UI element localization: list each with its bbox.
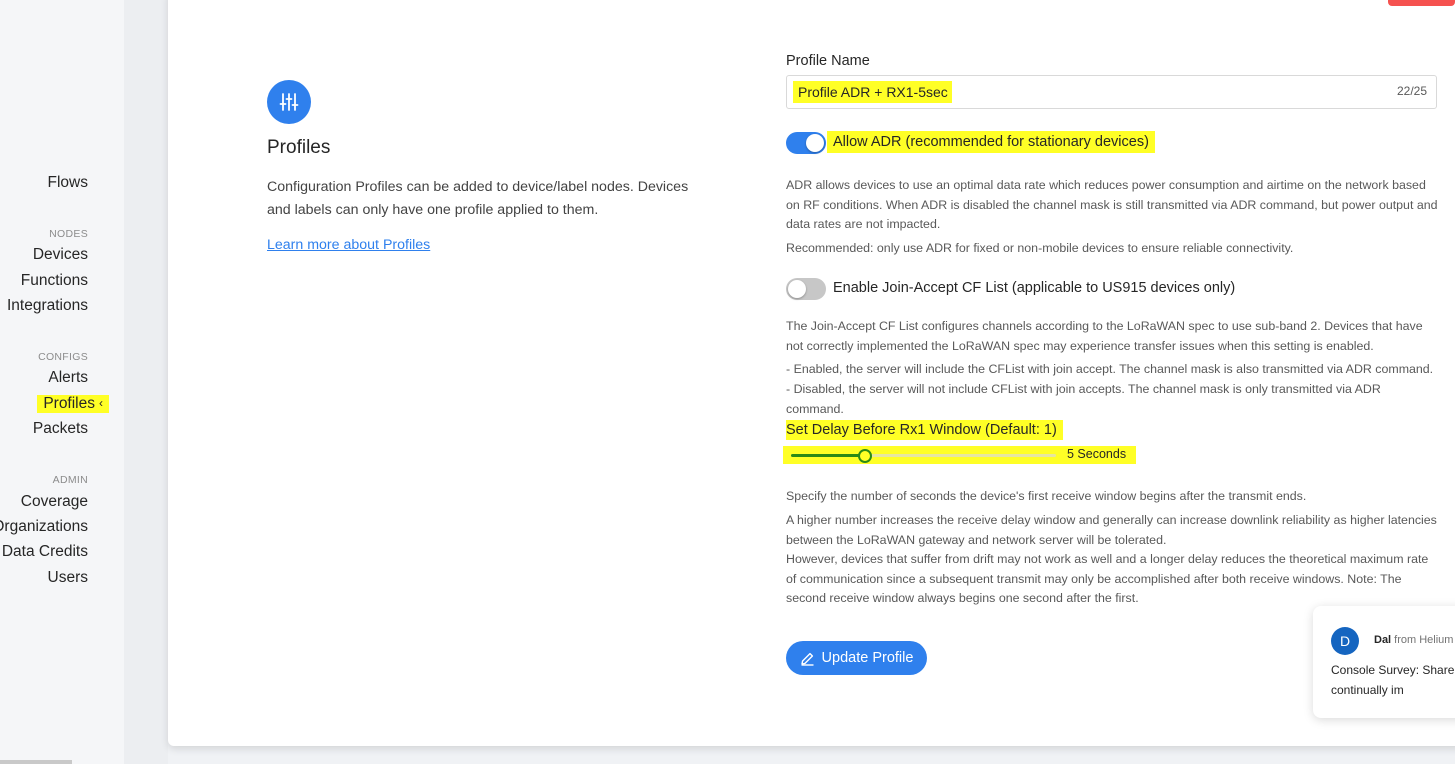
sidebar-item-flows[interactable]: Flows (48, 174, 88, 192)
adr-help-text: ADR allows devices to use an optimal dat… (786, 178, 1438, 231)
adr-toggle[interactable] (786, 132, 826, 154)
cf-list-enabled-text: - Enabled, the server will include the C… (786, 362, 1434, 376)
sidebar-item-profiles-label: Profiles (43, 395, 95, 412)
sidebar-item-data-credits[interactable]: Data Credits (2, 543, 88, 561)
delete-button-edge[interactable] (1388, 0, 1455, 6)
chat-sender-name: Dal (1374, 634, 1392, 646)
rx1-help-text-3: However, devices that suffer from drift … (786, 552, 1429, 605)
sidebar-section-nodes: NODES (49, 228, 88, 240)
learn-more-link[interactable]: Learn more about Profiles (267, 237, 430, 253)
sidebar-item-functions[interactable]: Functions (21, 272, 88, 290)
toggle-knob (806, 134, 824, 152)
chat-message: Console Survey: Share Swag To continuall… (1331, 663, 1455, 697)
sidebar-section-admin: ADMIN (52, 474, 88, 486)
page-title: Profiles (267, 137, 331, 158)
sidebar-item-users[interactable]: Users (48, 569, 88, 587)
toggle-knob (788, 280, 806, 298)
chat-popup[interactable]: D Dal from Helium Console Survey: Share … (1313, 606, 1455, 718)
sliders-icon (267, 80, 311, 124)
sidebar-item-organizations[interactable]: Organizations (0, 518, 88, 536)
cf-list-toggle[interactable] (786, 278, 826, 300)
sidebar-item-profiles[interactable]: Profiles ‹ (37, 395, 109, 413)
sidebar-item-integrations[interactable]: Integrations (7, 297, 88, 315)
cf-list-toggle-label: Enable Join-Accept CF List (applicable t… (833, 280, 1236, 296)
chat-sender: Dal from Helium (1374, 634, 1453, 646)
profile-name-label: Profile Name (786, 53, 870, 69)
pencil-icon (800, 652, 814, 666)
sidebar-item-devices[interactable]: Devices (33, 246, 88, 264)
update-profile-label: Update Profile (821, 650, 914, 666)
cf-list-help-text: The Join-Accept CF List configures chann… (786, 319, 1423, 353)
update-profile-button[interactable]: Update Profile (786, 641, 927, 675)
rx1-help-text-1: Specify the number of seconds the device… (786, 489, 1307, 503)
rx1-help-text-2: A higher number increases the receive de… (786, 513, 1437, 547)
avatar: D (1331, 627, 1359, 655)
adr-recommendation-text: Recommended: only use ADR for fixed or n… (786, 241, 1294, 255)
rx1-delay-slider-handle[interactable] (858, 449, 872, 463)
chat-sender-org: from Helium (1391, 634, 1454, 646)
page-description: Configuration Profiles can be added to d… (267, 179, 689, 218)
sidebar-section-configs: CONFIGS (38, 351, 88, 363)
character-count: 22/25 (1396, 84, 1427, 98)
rx1-delay-slider-track (791, 454, 865, 457)
sidebar-scrollbar[interactable] (0, 760, 72, 764)
rx1-delay-label: Set Delay Before Rx1 Window (Default: 1) (786, 420, 1063, 440)
cf-list-disabled-text: - Disabled, the server will not include … (786, 382, 1381, 416)
sidebar-item-coverage[interactable]: Coverage (21, 493, 88, 511)
chevron-left-icon: ‹ (99, 396, 103, 410)
sidebar-item-alerts[interactable]: Alerts (48, 369, 88, 387)
rx1-delay-value: 5 Seconds (1067, 447, 1127, 461)
profile-name-input[interactable]: Profile ADR + RX1-5sec 22/25 (786, 75, 1437, 109)
adr-toggle-label: Allow ADR (recommended for stationary de… (827, 131, 1155, 153)
sidebar-gutter (124, 0, 168, 764)
sidebar-item-packets[interactable]: Packets (33, 420, 88, 438)
profile-name-value: Profile ADR + RX1-5sec (793, 81, 952, 103)
sidebar-nav: Flows NODES Devices Functions Integratio… (0, 0, 124, 764)
